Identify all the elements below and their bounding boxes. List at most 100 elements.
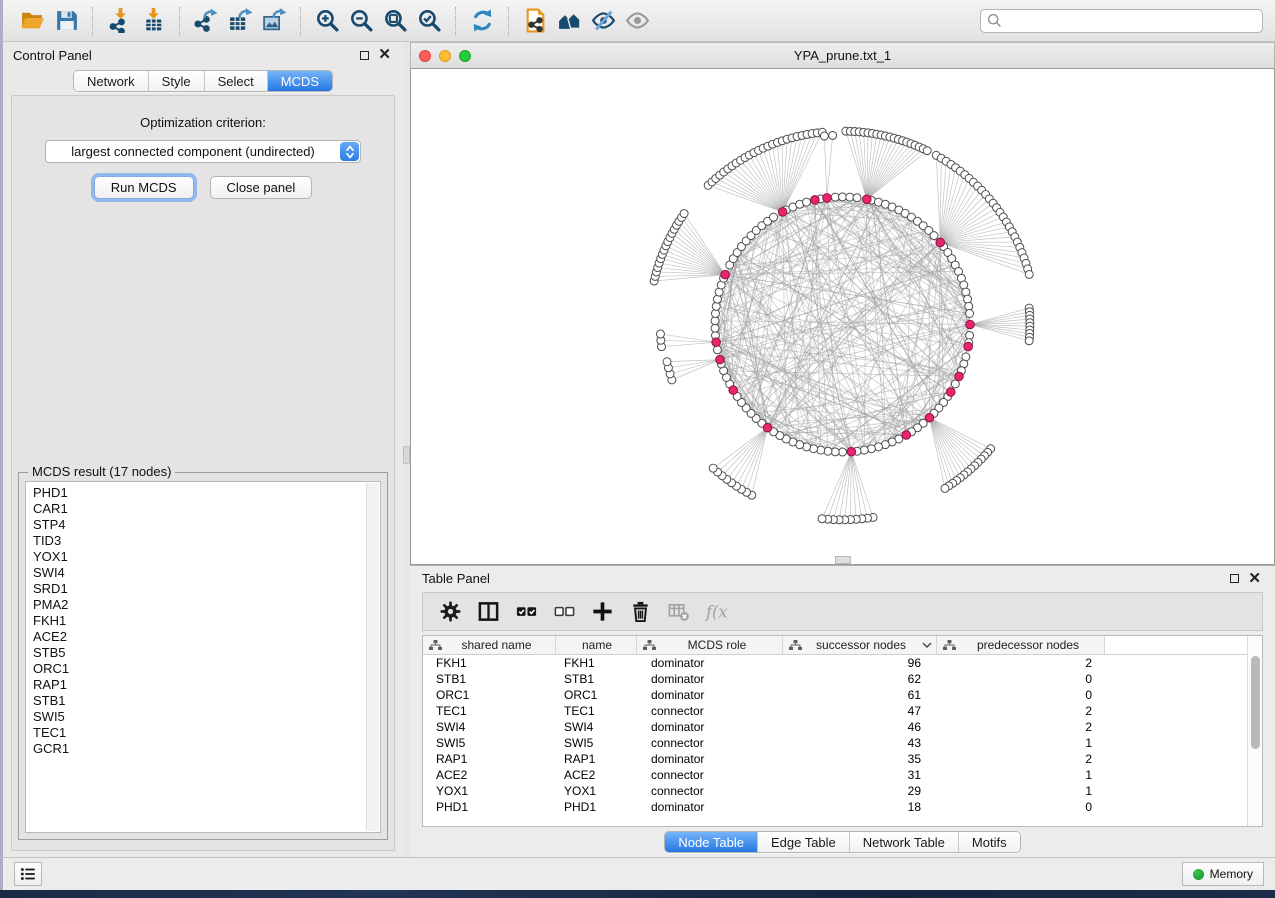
add-column-button[interactable] [583, 597, 621, 627]
zoom-in-button[interactable] [310, 5, 344, 37]
mcds-result-list[interactable]: PHD1CAR1STP4TID3YOX1SWI4SRD1PMA2FKH1ACE2… [25, 481, 381, 833]
import-network-icon [107, 8, 132, 33]
table-row[interactable]: SWI5SWI5connector431 [423, 735, 1247, 751]
export-network-button[interactable] [189, 5, 223, 37]
horizontal-splitter-handle[interactable] [835, 556, 851, 564]
column-header-name[interactable]: name [556, 636, 637, 654]
mcds-result-item[interactable]: RAP1 [33, 677, 380, 693]
table-row[interactable]: PHD1PHD1dominator180 [423, 799, 1247, 815]
column-namespace-icon [789, 640, 802, 651]
open-session-button[interactable] [15, 5, 49, 37]
table-row[interactable]: RAP1RAP1dominator352 [423, 751, 1247, 767]
zoom-fit-button[interactable] [378, 5, 412, 37]
cell: dominator [637, 688, 783, 702]
mcds-result-item[interactable]: ORC1 [33, 661, 380, 677]
column-header-shared-name[interactable]: shared name [423, 636, 556, 654]
table-settings-icon [439, 600, 462, 623]
float-panel-icon[interactable] [360, 51, 369, 60]
zoom-selected-button[interactable] [412, 5, 446, 37]
mcds-result-item[interactable]: TEC1 [33, 725, 380, 741]
hide-selected-button[interactable] [586, 5, 620, 37]
mcds-result-item[interactable]: ACE2 [33, 629, 380, 645]
column-header-successor-nodes[interactable]: successor nodes [783, 636, 937, 654]
table-row[interactable]: ACE2ACE2connector311 [423, 767, 1247, 783]
mcds-result-item[interactable]: SWI5 [33, 709, 380, 725]
add-column-icon [591, 600, 614, 623]
search-input[interactable] [980, 9, 1263, 33]
optimization-criterion-value: largest connected component (undirected) [46, 144, 360, 159]
optimization-criterion-select[interactable]: largest connected component (undirected) [45, 140, 361, 163]
show-all-button[interactable] [620, 5, 654, 37]
mcds-result-item[interactable]: STB5 [33, 645, 380, 661]
column-header-predecessor-nodes[interactable]: predecessor nodes [937, 636, 1105, 654]
memory-button[interactable]: Memory [1182, 862, 1264, 886]
table-panel-header: Table Panel ✕ [410, 566, 1275, 591]
cell: dominator [637, 720, 783, 734]
mcds-result-item[interactable]: STB1 [33, 693, 380, 709]
mcds-result-item[interactable]: STP4 [33, 517, 380, 533]
export-table-button[interactable] [223, 5, 257, 37]
table-row[interactable]: ORC1ORC1dominator610 [423, 687, 1247, 703]
column-header-MCDS-role[interactable]: MCDS role [637, 636, 783, 654]
table-row[interactable]: FKH1FKH1dominator962 [423, 655, 1247, 671]
close-panel-icon[interactable]: ✕ [378, 49, 391, 61]
network-view-canvas[interactable] [410, 68, 1275, 565]
save-session-icon [54, 8, 79, 33]
refresh-view-button[interactable] [465, 5, 499, 37]
tab-node-table[interactable]: Node Table [665, 832, 758, 852]
mcds-result-item[interactable]: PMA2 [33, 597, 380, 613]
tab-network[interactable]: Network [74, 71, 149, 91]
toggle-panel-button[interactable] [469, 597, 507, 627]
mcds-result-item[interactable]: YOX1 [33, 549, 380, 565]
save-session-button[interactable] [49, 5, 83, 37]
cell: 96 [783, 656, 937, 670]
first-neighbors-button[interactable] [552, 5, 586, 37]
main-area: Control Panel ✕ NetworkStyleSelectMCDS O… [3, 42, 1275, 857]
run-mcds-button[interactable]: Run MCDS [94, 176, 194, 199]
mcds-list-scrollbar[interactable] [366, 483, 379, 831]
mcds-result-item[interactable]: FKH1 [33, 613, 380, 629]
task-history-button[interactable] [14, 862, 42, 886]
list-icon [19, 865, 37, 883]
deselect-all-button[interactable] [545, 597, 583, 627]
network-graph[interactable] [411, 69, 1274, 564]
control-panel-tabs: NetworkStyleSelectMCDS [3, 68, 403, 92]
table-scrollbar[interactable] [1247, 636, 1262, 826]
import-network-button[interactable] [102, 5, 136, 37]
search-icon [987, 13, 1002, 28]
table-scrollbar-thumb[interactable] [1251, 656, 1260, 749]
mcds-result-item[interactable]: CAR1 [33, 501, 380, 517]
vertical-splitter[interactable] [403, 42, 410, 857]
tab-edge-table[interactable]: Edge Table [758, 832, 850, 852]
toolbar-separator [92, 7, 93, 35]
tab-mcds[interactable]: MCDS [268, 71, 332, 91]
tab-motifs[interactable]: Motifs [959, 832, 1020, 852]
mcds-result-item[interactable]: GCR1 [33, 741, 380, 757]
tab-select[interactable]: Select [205, 71, 268, 91]
cell: dominator [637, 800, 783, 814]
network-from-selection-button[interactable] [518, 5, 552, 37]
tab-network-table[interactable]: Network Table [850, 832, 959, 852]
tab-style[interactable]: Style [149, 71, 205, 91]
mcds-result-item[interactable]: PHD1 [33, 485, 380, 501]
table-settings-button[interactable] [431, 597, 469, 627]
table-row[interactable]: TEC1TEC1connector472 [423, 703, 1247, 719]
import-table-button[interactable] [136, 5, 170, 37]
export-image-button[interactable] [257, 5, 291, 37]
table-row[interactable]: SWI4SWI4dominator462 [423, 719, 1247, 735]
mcds-result-item[interactable]: SRD1 [33, 581, 380, 597]
zoom-out-button[interactable] [344, 5, 378, 37]
select-all-button[interactable] [507, 597, 545, 627]
vertical-splitter-handle[interactable] [403, 446, 410, 464]
delete-column-button[interactable] [621, 597, 659, 627]
mcds-result-item[interactable]: SWI4 [33, 565, 380, 581]
close-table-panel-icon[interactable]: ✕ [1248, 573, 1261, 585]
cell: dominator [637, 656, 783, 670]
search-field-wrap [980, 9, 1263, 33]
table-row[interactable]: YOX1YOX1connector291 [423, 783, 1247, 799]
mcds-result-item[interactable]: TID3 [33, 533, 380, 549]
cell: connector [637, 704, 783, 718]
close-panel-button[interactable]: Close panel [210, 176, 313, 199]
float-table-panel-icon[interactable] [1230, 574, 1239, 583]
table-row[interactable]: STB1STB1dominator620 [423, 671, 1247, 687]
